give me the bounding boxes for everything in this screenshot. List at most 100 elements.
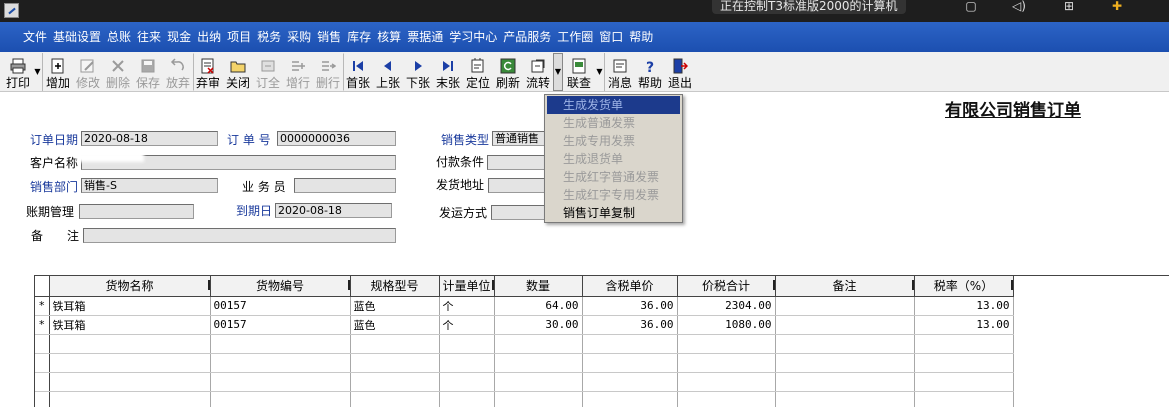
- cell-qty[interactable]: [494, 372, 583, 392]
- cell-total[interactable]: [677, 334, 776, 354]
- order-date-field[interactable]: 2020-08-18: [81, 131, 218, 146]
- menu-item-8[interactable]: 采购: [284, 23, 314, 51]
- transfer-dropdown-arrow[interactable]: ▼: [553, 52, 563, 91]
- cell-tax[interactable]: [914, 334, 1014, 354]
- save-button[interactable]: 保存: [133, 53, 163, 91]
- cell-price[interactable]: 36.00: [582, 296, 678, 316]
- cell-price[interactable]: [582, 334, 678, 354]
- menu-item-6[interactable]: 项目: [224, 23, 254, 51]
- last-button[interactable]: 末张: [433, 53, 463, 91]
- col-header-price[interactable]: 含税单价: [582, 276, 678, 297]
- close-button[interactable]: 关闭: [223, 53, 253, 91]
- cell-unit[interactable]: 个: [439, 296, 495, 316]
- cell-unit[interactable]: 个: [439, 315, 495, 335]
- cell-price[interactable]: [582, 372, 678, 392]
- cell-unit[interactable]: [439, 353, 495, 373]
- pin-icon[interactable]: ▢: [960, 0, 982, 14]
- cell-remark[interactable]: [775, 372, 915, 392]
- dropdown-item-6[interactable]: 销售订单复制: [545, 204, 682, 222]
- menu-item-14[interactable]: 产品服务: [500, 23, 554, 51]
- dropdown-item-5[interactable]: 生成红字专用发票: [545, 186, 682, 204]
- row-marker[interactable]: [35, 391, 50, 407]
- table-row[interactable]: [35, 372, 1168, 392]
- cell-spec[interactable]: [350, 391, 440, 407]
- cell-remark[interactable]: [775, 353, 915, 373]
- menu-item-16[interactable]: 窗口: [596, 23, 626, 51]
- dropdown-item-4[interactable]: 生成红字普通发票: [545, 168, 682, 186]
- cell-code[interactable]: [210, 372, 351, 392]
- cell-unit[interactable]: [439, 372, 495, 392]
- cell-code[interactable]: 00157: [210, 296, 351, 316]
- cell-spec[interactable]: [350, 372, 440, 392]
- dropdown-item-1[interactable]: 生成普通发票: [545, 114, 682, 132]
- table-row[interactable]: [35, 334, 1168, 354]
- refresh-button[interactable]: 刷新: [493, 53, 523, 91]
- row-marker[interactable]: [35, 353, 50, 373]
- menu-item-4[interactable]: 现金: [164, 23, 194, 51]
- dropdown-item-0[interactable]: 生成发货单: [547, 96, 680, 114]
- transfer-button[interactable]: 流转: [523, 53, 553, 91]
- print-button[interactable]: 打印: [3, 53, 33, 91]
- message-button[interactable]: 消息: [605, 53, 635, 91]
- modify-button[interactable]: 修改: [73, 53, 103, 91]
- dropdown-item-3[interactable]: 生成退货单: [545, 150, 682, 168]
- cell-code[interactable]: [210, 353, 351, 373]
- menu-item-1[interactable]: 基础设置: [50, 23, 104, 51]
- cell-spec[interactable]: [350, 353, 440, 373]
- menu-item-0[interactable]: 文件: [20, 23, 50, 51]
- link-query-button[interactable]: 联查: [563, 53, 595, 91]
- abandon-approve-button[interactable]: 弃审: [193, 52, 223, 91]
- cell-name[interactable]: [49, 391, 211, 407]
- menu-item-3[interactable]: 往来: [134, 23, 164, 51]
- table-row[interactable]: * 铁耳箱 00157 蓝色个 30.00 36.00 1080.00 13.00: [35, 315, 1168, 335]
- exit-button[interactable]: 退出: [665, 53, 695, 91]
- cell-code[interactable]: [210, 391, 351, 407]
- due-date-field[interactable]: 2020-08-18: [275, 203, 392, 218]
- cell-qty[interactable]: [494, 391, 583, 407]
- row-marker[interactable]: [35, 372, 50, 392]
- table-row[interactable]: * 铁耳箱 00157 蓝色个 64.00 36.00 2304.00 13.00: [35, 296, 1168, 316]
- col-header-remark[interactable]: 备注: [775, 276, 915, 297]
- cell-qty[interactable]: [494, 334, 583, 354]
- row-marker[interactable]: *: [35, 315, 50, 335]
- menu-item-2[interactable]: 总账: [104, 23, 134, 51]
- print-dropdown-arrow[interactable]: ▼: [33, 52, 43, 91]
- add-icon[interactable]: ✚: [1106, 0, 1128, 14]
- delete-row-button[interactable]: 删行: [313, 53, 343, 91]
- cell-price[interactable]: [582, 391, 678, 407]
- cell-tax[interactable]: 13.00: [914, 296, 1014, 316]
- order-complete-button[interactable]: 订全: [253, 53, 283, 91]
- cell-name[interactable]: 铁耳箱: [49, 296, 211, 316]
- ship-method-field[interactable]: [491, 205, 545, 220]
- col-header-unit[interactable]: 计量单位: [439, 276, 495, 297]
- discard-button[interactable]: 放弃: [163, 53, 193, 91]
- cell-name[interactable]: 铁耳箱: [49, 315, 211, 335]
- period-field[interactable]: [79, 204, 194, 219]
- menu-item-5[interactable]: 出纳: [194, 23, 224, 51]
- maximize-icon[interactable]: ⊞: [1058, 0, 1080, 14]
- sales-type-field[interactable]: 普通销售: [492, 131, 545, 146]
- table-row[interactable]: [35, 391, 1168, 407]
- cell-spec[interactable]: [350, 334, 440, 354]
- cell-remark[interactable]: [775, 391, 915, 407]
- cell-remark[interactable]: [775, 334, 915, 354]
- cell-name[interactable]: [49, 372, 211, 392]
- cell-total[interactable]: 1080.00: [677, 315, 776, 335]
- menu-item-11[interactable]: 核算: [374, 23, 404, 51]
- cell-code[interactable]: 00157: [210, 315, 351, 335]
- cell-qty[interactable]: 64.00: [494, 296, 583, 316]
- cell-tax[interactable]: [914, 353, 1014, 373]
- cell-tax[interactable]: [914, 391, 1014, 407]
- help-button[interactable]: ? 帮助: [635, 53, 665, 91]
- menu-item-12[interactable]: 票据通: [404, 23, 446, 51]
- remark-field[interactable]: [83, 228, 396, 243]
- cell-total[interactable]: [677, 391, 776, 407]
- menu-item-7[interactable]: 税务: [254, 23, 284, 51]
- ship-address-field[interactable]: [488, 178, 545, 193]
- add-row-button[interactable]: 增行: [283, 53, 313, 91]
- link-query-dropdown-arrow[interactable]: ▼: [595, 52, 605, 91]
- menu-item-9[interactable]: 销售: [314, 23, 344, 51]
- menu-item-17[interactable]: 帮助: [626, 23, 656, 51]
- next-button[interactable]: 下张: [403, 53, 433, 91]
- cell-name[interactable]: [49, 334, 211, 354]
